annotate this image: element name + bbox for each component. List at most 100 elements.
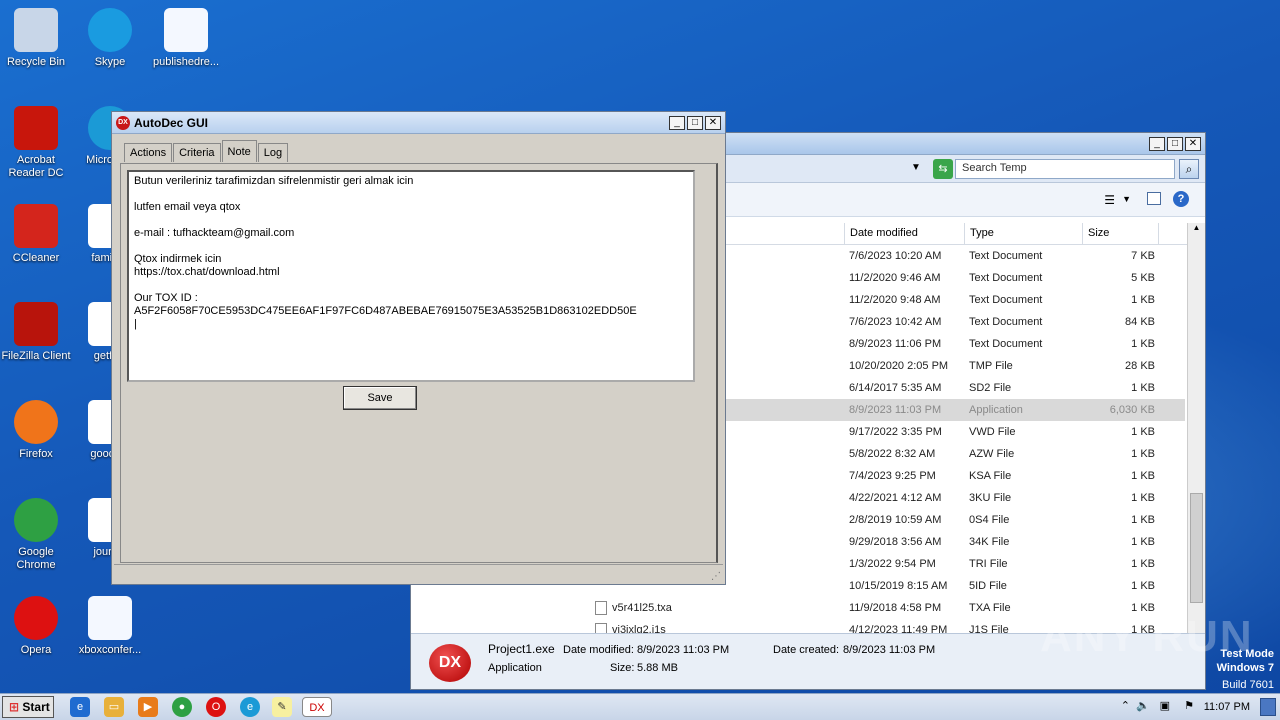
column-type[interactable]: Type <box>965 223 1083 244</box>
close-button[interactable]: ✕ <box>705 115 721 130</box>
taskbar: ⊞ Start e ▭ ▶ ● O e ✎ DX ⌃ 🔈 ▣ ⚑ 11:07 P… <box>0 693 1280 720</box>
column-date-modified[interactable]: Date modified <box>845 223 965 244</box>
file-type: Application <box>969 404 1023 416</box>
start-label: Start <box>22 700 50 714</box>
file-type: 0S4 File <box>969 514 1010 526</box>
desktop-icon-label: Opera <box>20 644 52 656</box>
refresh-icon[interactable]: ⇆ <box>933 159 953 179</box>
file-size: 1 KB <box>1131 294 1155 306</box>
file-date: 4/22/2021 4:12 AM <box>849 492 942 504</box>
edge-icon[interactable]: e <box>240 697 260 717</box>
details-kind: Application <box>488 662 542 674</box>
tab-note[interactable]: Note <box>221 140 257 162</box>
file-date: 9/17/2022 3:35 PM <box>849 426 942 438</box>
opera-icon[interactable]: O <box>206 697 226 717</box>
file-size: 1 KB <box>1131 470 1155 482</box>
volume-icon[interactable]: 🔈 <box>1136 699 1150 712</box>
file-size: 1 KB <box>1131 558 1155 570</box>
vertical-scrollbar[interactable]: ▲ <box>1187 223 1205 635</box>
desktop-icon[interactable]: Google Chrome <box>0 498 72 572</box>
file-size: 1 KB <box>1131 426 1155 438</box>
file-size: 1 KB <box>1131 448 1155 460</box>
file-size: 7 KB <box>1131 250 1155 262</box>
notepad-icon[interactable]: ✎ <box>272 697 292 717</box>
desktop-icon-label: publishedre... <box>152 56 220 68</box>
file-date: 1/3/2022 9:54 PM <box>849 558 936 570</box>
save-button[interactable]: Save <box>343 386 417 410</box>
file-type: VWD File <box>969 426 1016 438</box>
help-icon[interactable]: ? <box>1173 191 1189 207</box>
file-date: 7/6/2023 10:42 AM <box>849 316 942 328</box>
close-button[interactable]: ✕ <box>1185 136 1201 151</box>
maximize-button[interactable]: □ <box>1167 136 1183 151</box>
tab-actions[interactable]: Actions <box>124 143 173 162</box>
desktop-icon-label: CCleaner <box>12 252 60 264</box>
file-type: Text Document <box>969 294 1043 306</box>
details-modified-label: Date modified: <box>563 644 634 656</box>
media-player-icon[interactable]: ▶ <box>138 697 158 717</box>
test-mode-label: Test Mode <box>1220 648 1274 660</box>
desktop-icon[interactable]: Firefox <box>0 400 72 461</box>
search-icon[interactable]: ⌕ <box>1179 159 1199 179</box>
tray-arrow-icon[interactable]: ⌃ <box>1121 699 1130 712</box>
resize-grip-icon[interactable]: ⋰ <box>711 571 721 582</box>
scroll-thumb[interactable] <box>1190 493 1203 603</box>
details-size-value: 5.88 MB <box>637 662 678 674</box>
preview-pane-icon[interactable] <box>1147 192 1161 205</box>
file-type: AZW File <box>969 448 1015 460</box>
file-date: 6/14/2017 5:35 AM <box>849 382 942 394</box>
network-icon[interactable]: ▣ <box>1160 699 1170 712</box>
status-bar: ⋰ <box>114 564 723 582</box>
minimize-button[interactable]: _ <box>669 115 685 130</box>
desktop-icon-label: Acrobat Reader DC <box>8 154 64 179</box>
view-dropdown-icon[interactable]: ▼ <box>1122 194 1131 204</box>
file-date: 10/15/2019 8:15 AM <box>849 580 948 592</box>
file-type: Text Document <box>969 250 1043 262</box>
desktop-icon[interactable]: Recycle Bin <box>0 8 72 69</box>
tab-criteria[interactable]: Criteria <box>173 143 221 162</box>
desktop-icon[interactable]: CCleaner <box>0 204 72 265</box>
desktop-icon[interactable]: Skype <box>74 8 146 69</box>
file-size: 1 KB <box>1131 536 1155 548</box>
minimize-button[interactable]: _ <box>1149 136 1165 151</box>
search-input[interactable]: Search Temp <box>955 159 1175 179</box>
file-size: 28 KB <box>1125 360 1155 372</box>
file-date: 8/9/2023 11:06 PM <box>849 338 942 350</box>
file-name-text: v5r41l25.txa <box>612 602 672 614</box>
desktop-icon[interactable]: publishedre... <box>150 8 222 69</box>
scroll-up-icon[interactable]: ▲ <box>1188 223 1205 232</box>
build-label: Build 7601 <box>1222 679 1274 691</box>
autodec-taskbar-button[interactable]: DX <box>302 697 332 717</box>
file-date: 5/8/2022 8:32 AM <box>849 448 936 460</box>
ie-icon[interactable]: e <box>70 697 90 717</box>
column-size[interactable]: Size <box>1083 223 1159 244</box>
file-type: 34K File <box>969 536 1010 548</box>
folder-icon[interactable]: ▭ <box>104 697 124 717</box>
file-size: 1 KB <box>1131 580 1155 592</box>
clock[interactable]: 11:07 PM <box>1204 701 1250 713</box>
windows-logo-icon: ⊞ <box>9 700 20 714</box>
desktop-icon[interactable]: xboxconfer... <box>74 596 146 657</box>
file-date: 11/2/2020 9:46 AM <box>849 272 941 284</box>
app-icon: DX <box>116 115 130 130</box>
details-modified-value: 8/9/2023 11:03 PM <box>637 644 730 656</box>
details-filename: Project1.exe <box>488 642 555 656</box>
file-date: 7/6/2023 10:20 AM <box>849 250 942 262</box>
chrome-icon[interactable]: ● <box>172 697 192 717</box>
action-center-icon[interactable]: ⚑ <box>1184 699 1194 712</box>
start-button[interactable]: ⊞ Start <box>2 696 54 718</box>
desktop-icon[interactable]: Acrobat Reader DC <box>0 106 72 180</box>
desktop-icon[interactable]: FileZilla Client <box>0 302 72 363</box>
tab-log[interactable]: Log <box>257 143 289 162</box>
view-options-icon[interactable]: ☰ <box>1104 193 1115 207</box>
note-textarea[interactable]: Butun verileriniz tarafimizdan sifrelenm… <box>127 170 695 382</box>
file-type: KSA File <box>969 470 1012 482</box>
dropdown-icon[interactable]: ▼ <box>911 162 921 173</box>
autodec-titlebar: DX AutoDec GUI _ □ ✕ <box>112 112 725 134</box>
file-size: 1 KB <box>1131 338 1155 350</box>
show-desktop-button[interactable] <box>1260 698 1276 716</box>
filezilla-icon <box>14 302 58 346</box>
file-type: 5ID File <box>969 580 1007 592</box>
maximize-button[interactable]: □ <box>687 115 703 130</box>
desktop-icon[interactable]: Opera <box>0 596 72 657</box>
